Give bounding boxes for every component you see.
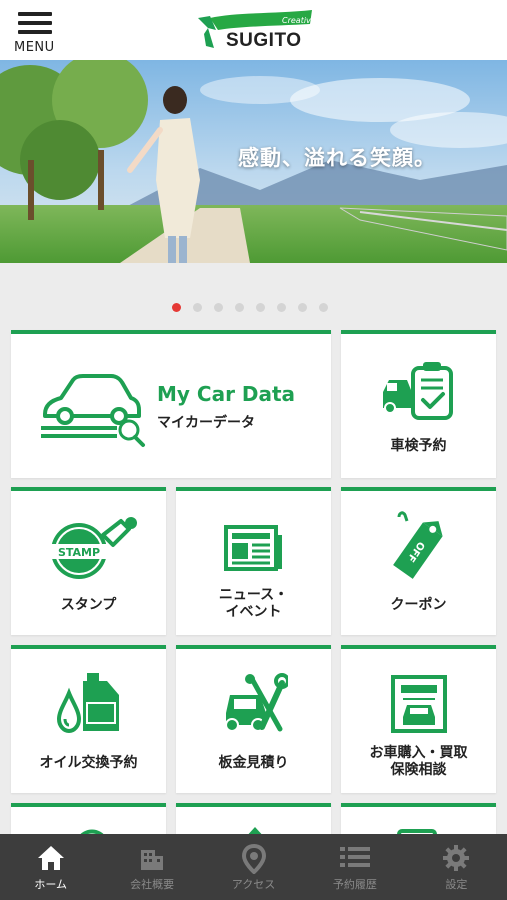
inspection-label: 車検予約: [390, 438, 447, 454]
nav-item-history[interactable]: 予約履歴: [304, 834, 405, 900]
sugito-logo[interactable]: Creative SUGITO: [196, 8, 316, 54]
pager-dot[interactable]: [319, 303, 328, 312]
coupon-label: クーポン: [390, 597, 447, 613]
hamburger-icon: [18, 12, 52, 16]
nav-label-history: 予約履歴: [332, 878, 377, 891]
carousel-pager: [172, 303, 328, 315]
my-car-data-subtitle: マイカーデータ: [157, 415, 255, 431]
bodywork-estimate-tile[interactable]: 板金見積り: [176, 645, 331, 793]
app-header: MENU Creative SUGITO: [0, 0, 507, 60]
news-label-line1: ニュース・: [218, 587, 289, 603]
pager-dot[interactable]: [298, 303, 307, 312]
home-icon: [37, 846, 64, 870]
gear-icon: [443, 845, 470, 871]
oil-change-tile[interactable]: オイル交換予約: [11, 645, 166, 793]
nav-label-company: 会社概要: [130, 878, 175, 891]
pager-dot[interactable]: [256, 303, 265, 312]
inspection-reservation-tile[interactable]: 車検予約: [341, 330, 496, 478]
car-purchase-insurance-tile[interactable]: お車購入・買取 保険相談: [341, 645, 496, 793]
list-icon: [339, 847, 370, 867]
oil-can-icon: [57, 673, 119, 733]
building-icon: [141, 850, 164, 870]
clipboard-check-icon: [383, 362, 453, 420]
logo-tagline: Creative: [282, 16, 316, 25]
bottom-nav: ホーム 会社概要 アクセス 予約履歴 設定: [0, 834, 507, 900]
pager-dot[interactable]: [193, 303, 202, 312]
stamp-tile[interactable]: STAMP スタンプ: [11, 487, 166, 635]
garage-car-icon: [391, 675, 447, 733]
news-label-line2: イベント: [225, 604, 282, 620]
nav-label-access: アクセス: [231, 878, 276, 891]
pager-dot[interactable]: [277, 303, 286, 312]
logo-text: SUGITO: [226, 30, 302, 51]
nav-label-settings: 設定: [445, 878, 468, 891]
pager-dot-active[interactable]: [172, 303, 181, 312]
nav-label-home: ホーム: [34, 878, 68, 891]
svg-text:STAMP: STAMP: [58, 546, 100, 559]
pager-dot[interactable]: [214, 303, 223, 312]
car-search-icon: [41, 374, 145, 447]
hero-banner[interactable]: 感動、溢れる笑顔。: [0, 60, 507, 263]
map-pin-icon: [241, 844, 266, 874]
stamp-label: スタンプ: [60, 597, 117, 613]
nav-item-company[interactable]: 会社概要: [101, 834, 202, 900]
oil-change-label: オイル交換予約: [39, 755, 138, 771]
hamburger-bar: [18, 21, 52, 25]
menu-label: MENU: [14, 40, 55, 55]
nav-item-home[interactable]: ホーム: [0, 834, 101, 900]
coupon-tag-icon: OFF: [393, 511, 443, 579]
my-car-data-title: My Car Data: [157, 382, 296, 406]
pager-dot[interactable]: [235, 303, 244, 312]
hamburger-bar: [18, 30, 52, 34]
purchase-label-line1: お車購入・買取: [369, 745, 468, 761]
hero-caption: 感動、溢れる笑顔。: [238, 146, 436, 170]
nav-item-access[interactable]: アクセス: [203, 834, 304, 900]
my-car-data-tile[interactable]: My Car Data マイカーデータ: [11, 330, 331, 478]
news-events-tile[interactable]: ニュース・ イベント: [176, 487, 331, 635]
menu-button[interactable]: MENU: [14, 10, 64, 56]
stamp-icon: STAMP: [51, 517, 137, 579]
newspaper-icon: [224, 525, 282, 571]
nav-item-settings[interactable]: 設定: [406, 834, 507, 900]
purchase-label-line2: 保険相談: [390, 762, 447, 778]
coupon-tile[interactable]: OFF クーポン: [341, 487, 496, 635]
bodywork-label: 板金見積り: [218, 755, 289, 771]
car-repair-icon: [225, 673, 288, 732]
